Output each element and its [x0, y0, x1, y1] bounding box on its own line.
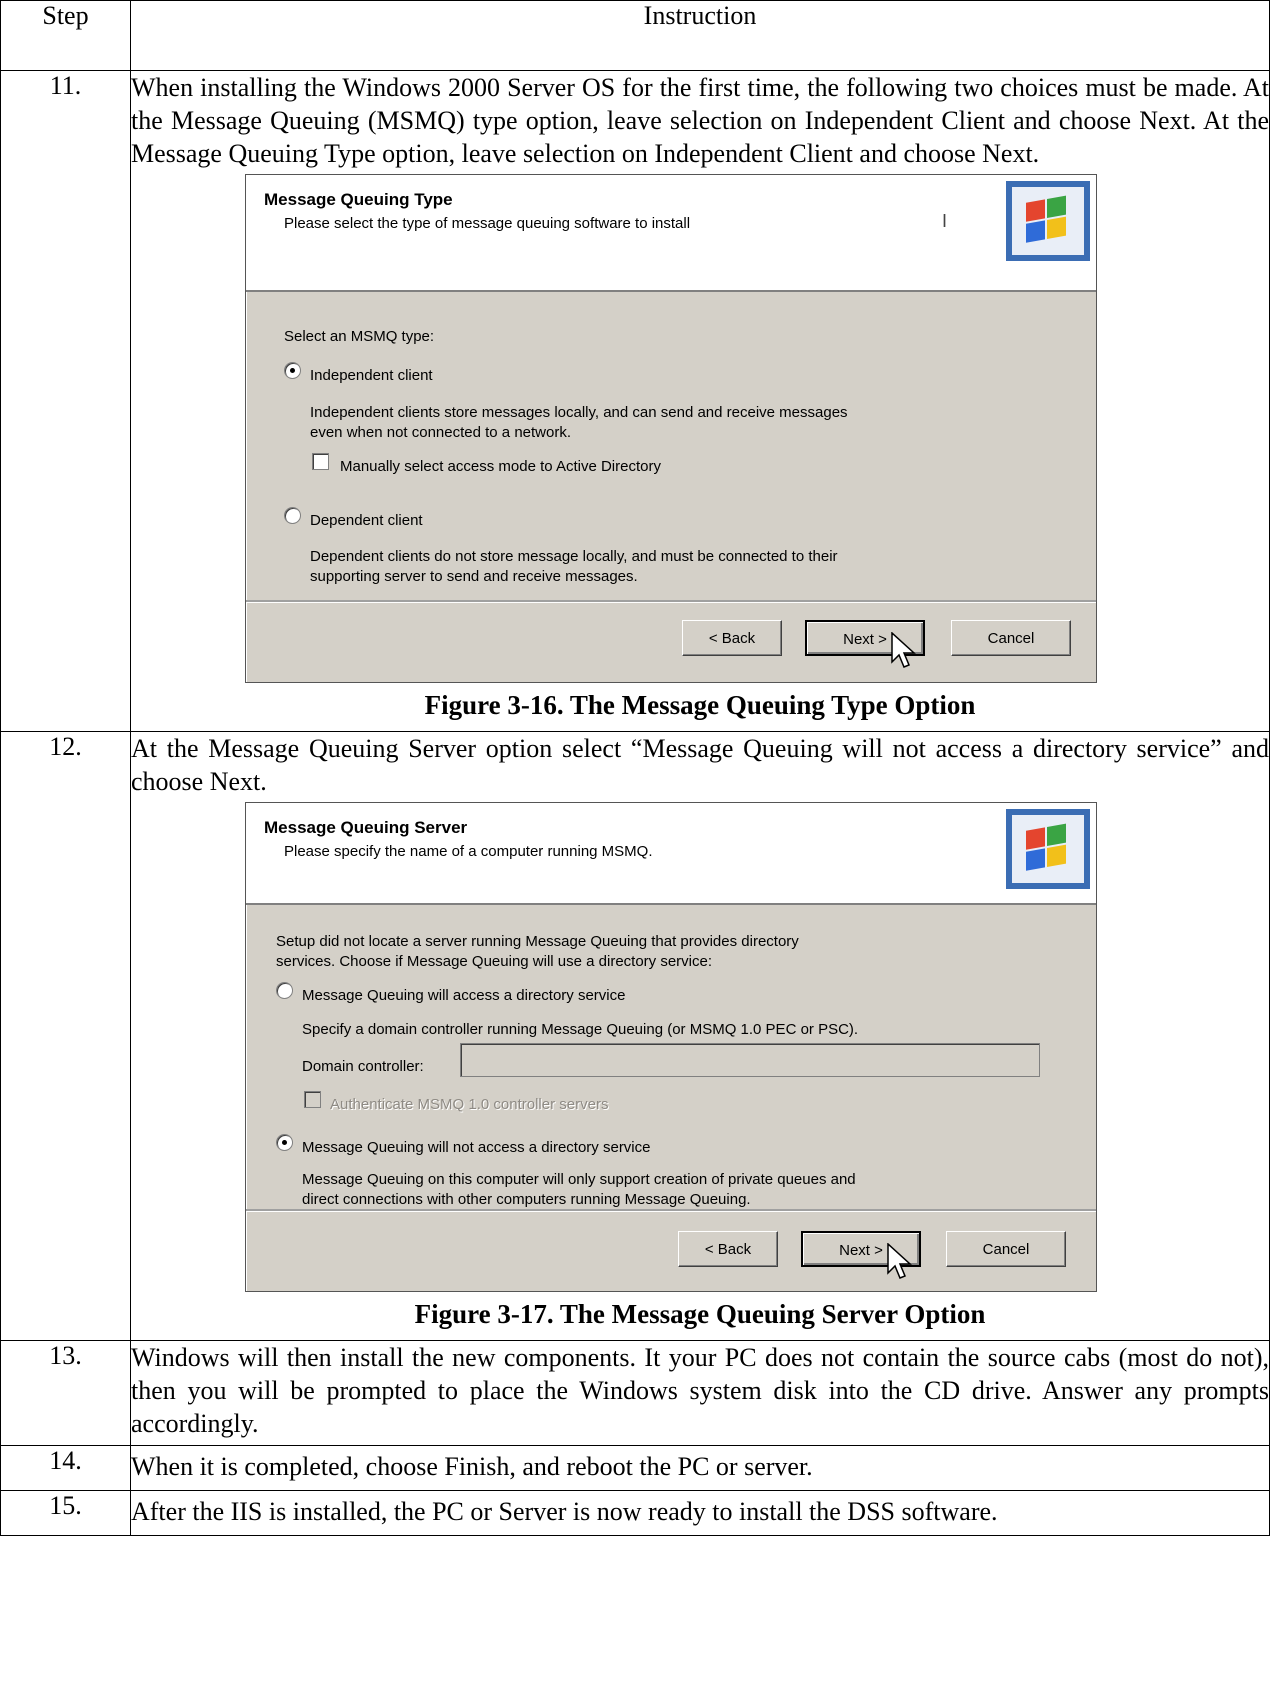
- step-instruction: After the IIS is installed, the PC or Se…: [130, 1490, 1270, 1536]
- dialog-header: Message Queuing Type Please select the t…: [246, 175, 1096, 292]
- radio-no-directory-label[interactable]: Message Queuing will not access a direct…: [302, 1131, 651, 1164]
- windows-flag-icon: [1006, 809, 1090, 889]
- radio-access-directory[interactable]: [276, 982, 293, 999]
- table-row: 11. When installing the Windows 2000 Ser…: [0, 70, 1270, 732]
- back-button[interactable]: < Back: [682, 620, 782, 656]
- step-instruction: Windows will then install the new compon…: [130, 1340, 1270, 1446]
- step-text: At the Message Queuing Server option sel…: [131, 734, 1269, 796]
- radio-access-directory-label[interactable]: Message Queuing will access a directory …: [302, 979, 625, 1012]
- step-instruction: At the Message Queuing Server option sel…: [130, 731, 1270, 1341]
- dialog-body: Setup did not locate a server running Me…: [246, 905, 1096, 1209]
- msmq-type-prompt: Select an MSMQ type:: [284, 328, 435, 345]
- header-instruction: Instruction: [130, 0, 1270, 71]
- dialog-subtitle: Please select the type of message queuin…: [284, 215, 691, 232]
- table-header-row: Step Instruction: [0, 0, 1270, 71]
- step-number: 14.: [0, 1445, 131, 1491]
- dependent-description-line2: supporting server to send and receive me…: [310, 568, 638, 585]
- radio-independent-label[interactable]: Independent client: [310, 359, 433, 392]
- domain-controller-label: Domain controller:: [302, 1058, 424, 1075]
- radio-dependent-label[interactable]: Dependent client: [310, 504, 423, 537]
- text-cursor-icon: I: [942, 211, 948, 231]
- dialog-button-bar: < Back Next > Cancel: [246, 600, 1096, 682]
- step-text: Windows will then install the new compon…: [131, 1343, 1269, 1438]
- table-row: 13. Windows will then install the new co…: [0, 1340, 1270, 1446]
- checkbox-authenticate-servers-label[interactable]: Authenticate MSMQ 1.0 controller servers: [330, 1088, 608, 1121]
- step-instruction: When installing the Windows 2000 Server …: [130, 70, 1270, 732]
- message-queuing-type-dialog: Message Queuing Type Please select the t…: [245, 174, 1097, 683]
- step-text: When installing the Windows 2000 Server …: [131, 73, 1269, 168]
- cancel-button[interactable]: Cancel: [951, 620, 1071, 656]
- step-instruction: When it is completed, choose Finish, and…: [130, 1445, 1270, 1491]
- step-number: 13.: [0, 1340, 131, 1446]
- header-step: Step: [0, 0, 131, 71]
- step-text: After the IIS is installed, the PC or Se…: [131, 1497, 998, 1526]
- independent-description-line2: even when not connected to a network.: [310, 424, 572, 441]
- instruction-table: Step Instruction 11. When installing the…: [0, 0, 1270, 1536]
- back-button[interactable]: < Back: [678, 1231, 778, 1267]
- dialog-subtitle: Please specify the name of a computer ru…: [284, 843, 653, 860]
- radio-independent-client[interactable]: [284, 362, 301, 379]
- step-text: When it is completed, choose Finish, and…: [131, 1452, 813, 1481]
- windows-flag-icon: [1006, 181, 1090, 261]
- step-number: 12.: [0, 731, 131, 1341]
- table-row: 14. When it is completed, choose Finish,…: [0, 1445, 1270, 1491]
- checkbox-manual-access-mode[interactable]: [312, 453, 329, 470]
- figure-caption: Figure 3-16. The Message Queuing Type Op…: [424, 690, 976, 720]
- domain-controller-field[interactable]: [460, 1043, 1040, 1077]
- access-directory-description: Specify a domain controller running Mess…: [302, 1021, 859, 1038]
- radio-no-directory[interactable]: [276, 1134, 293, 1151]
- checkbox-authenticate-servers[interactable]: [304, 1091, 321, 1108]
- server-intro-line2: services. Choose if Message Queuing will…: [276, 953, 713, 970]
- table-row: 12. At the Message Queuing Server option…: [0, 731, 1270, 1341]
- cancel-button[interactable]: Cancel: [946, 1231, 1066, 1267]
- figure-caption: Figure 3-17. The Message Queuing Server …: [414, 1299, 986, 1329]
- radio-dependent-client[interactable]: [284, 507, 301, 524]
- step-number: 15.: [0, 1490, 131, 1536]
- table-row: 15. After the IIS is installed, the PC o…: [0, 1490, 1270, 1536]
- dialog-body: Select an MSMQ type: Independent client …: [246, 292, 1096, 600]
- dialog-header: Message Queuing Server Please specify th…: [246, 803, 1096, 905]
- checkbox-manual-access-mode-label[interactable]: Manually select access mode to Active Di…: [340, 450, 661, 483]
- message-queuing-server-dialog: Message Queuing Server Please specify th…: [245, 802, 1097, 1292]
- dialog-button-bar: < Back Next > Cancel: [246, 1209, 1096, 1293]
- step-number: 11.: [0, 70, 131, 732]
